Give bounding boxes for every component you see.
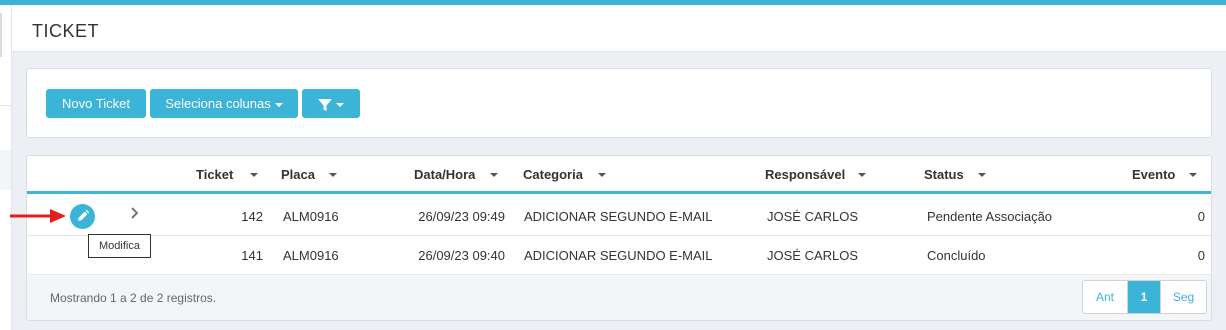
cell-data-hora: 26/09/23 09:49 [418, 209, 505, 224]
edit-button[interactable] [70, 204, 95, 229]
sort-icon[interactable] [598, 173, 606, 177]
table-row[interactable]: 141 ALM0916 26/09/23 09:40 ADICIONAR SEG… [27, 236, 1211, 275]
cell-placa: ALM0916 [283, 209, 339, 224]
sidebar-rail [0, 5, 12, 330]
cell-status: Concluído [927, 248, 986, 263]
column-header-categoria[interactable]: Categoria [523, 167, 583, 182]
red-arrow-annotation [10, 209, 66, 223]
select-columns-button[interactable]: Seleciona colunas [150, 89, 298, 118]
cell-categoria: ADICIONAR SEGUNDO E-MAIL [524, 209, 713, 224]
column-header-evento[interactable]: Evento [1132, 167, 1175, 182]
new-ticket-label: Novo Ticket [62, 96, 130, 111]
filter-icon [318, 98, 332, 111]
pagination-next-button[interactable]: Seg [1161, 281, 1206, 313]
records-info: Mostrando 1 a 2 de 2 registros. [50, 291, 217, 305]
page-title: TICKET [32, 21, 100, 41]
pagination: Ant 1 Seg [1082, 280, 1207, 314]
toolbar-panel: Novo Ticket Seleciona colunas [26, 68, 1212, 138]
expand-row-button[interactable] [130, 207, 140, 222]
sort-icon[interactable] [329, 173, 337, 177]
table-footer: Mostrando 1 a 2 de 2 registros. Ant 1 Se… [27, 275, 1211, 320]
cell-categoria: ADICIONAR SEGUNDO E-MAIL [524, 248, 713, 263]
cell-responsavel: JOSÉ CARLOS [767, 248, 859, 263]
cell-status: Pendente Associação [927, 209, 1053, 224]
column-header-responsavel[interactable]: Responsável [765, 167, 845, 182]
select-columns-label: Seleciona colunas [165, 96, 271, 111]
table-row[interactable]: 142 ALM0916 26/09/23 09:49 ADICIONAR SEG… [27, 197, 1211, 236]
pagination-current-page[interactable]: 1 [1128, 281, 1161, 313]
pagination-prev-button[interactable]: Ant [1083, 281, 1128, 313]
sort-icon[interactable] [858, 173, 866, 177]
column-header-data-hora[interactable]: Data/Hora [414, 167, 475, 182]
pencil-icon [78, 209, 90, 221]
column-header-placa[interactable]: Placa [281, 167, 315, 182]
cell-ticket: 142 [241, 209, 263, 224]
column-header-ticket[interactable]: Ticket [196, 167, 233, 182]
cell-evento: 0 [1197, 248, 1205, 263]
edit-tooltip: Modifica [88, 234, 151, 258]
cell-responsavel: JOSÉ CARLOS [767, 209, 859, 224]
cell-placa: ALM0916 [283, 248, 339, 263]
cell-ticket: 141 [241, 248, 263, 263]
table-header: Ticket Placa Data/Hora Categoria Respons… [27, 156, 1211, 194]
sort-icon[interactable] [1189, 173, 1197, 177]
caret-down-icon [274, 102, 283, 107]
filter-button[interactable] [302, 89, 360, 118]
sort-icon[interactable] [490, 173, 498, 177]
content-header: TICKET [12, 5, 1226, 52]
cell-evento: 0 [1197, 209, 1205, 224]
cell-data-hora: 26/09/23 09:40 [418, 248, 505, 263]
sort-icon[interactable] [978, 173, 986, 177]
chevron-right-icon [131, 207, 139, 219]
new-ticket-button[interactable]: Novo Ticket [46, 89, 146, 118]
sort-icon[interactable] [250, 173, 258, 177]
tickets-table: Ticket Placa Data/Hora Categoria Respons… [26, 155, 1212, 321]
column-header-status[interactable]: Status [924, 167, 964, 182]
caret-down-icon [336, 102, 344, 107]
